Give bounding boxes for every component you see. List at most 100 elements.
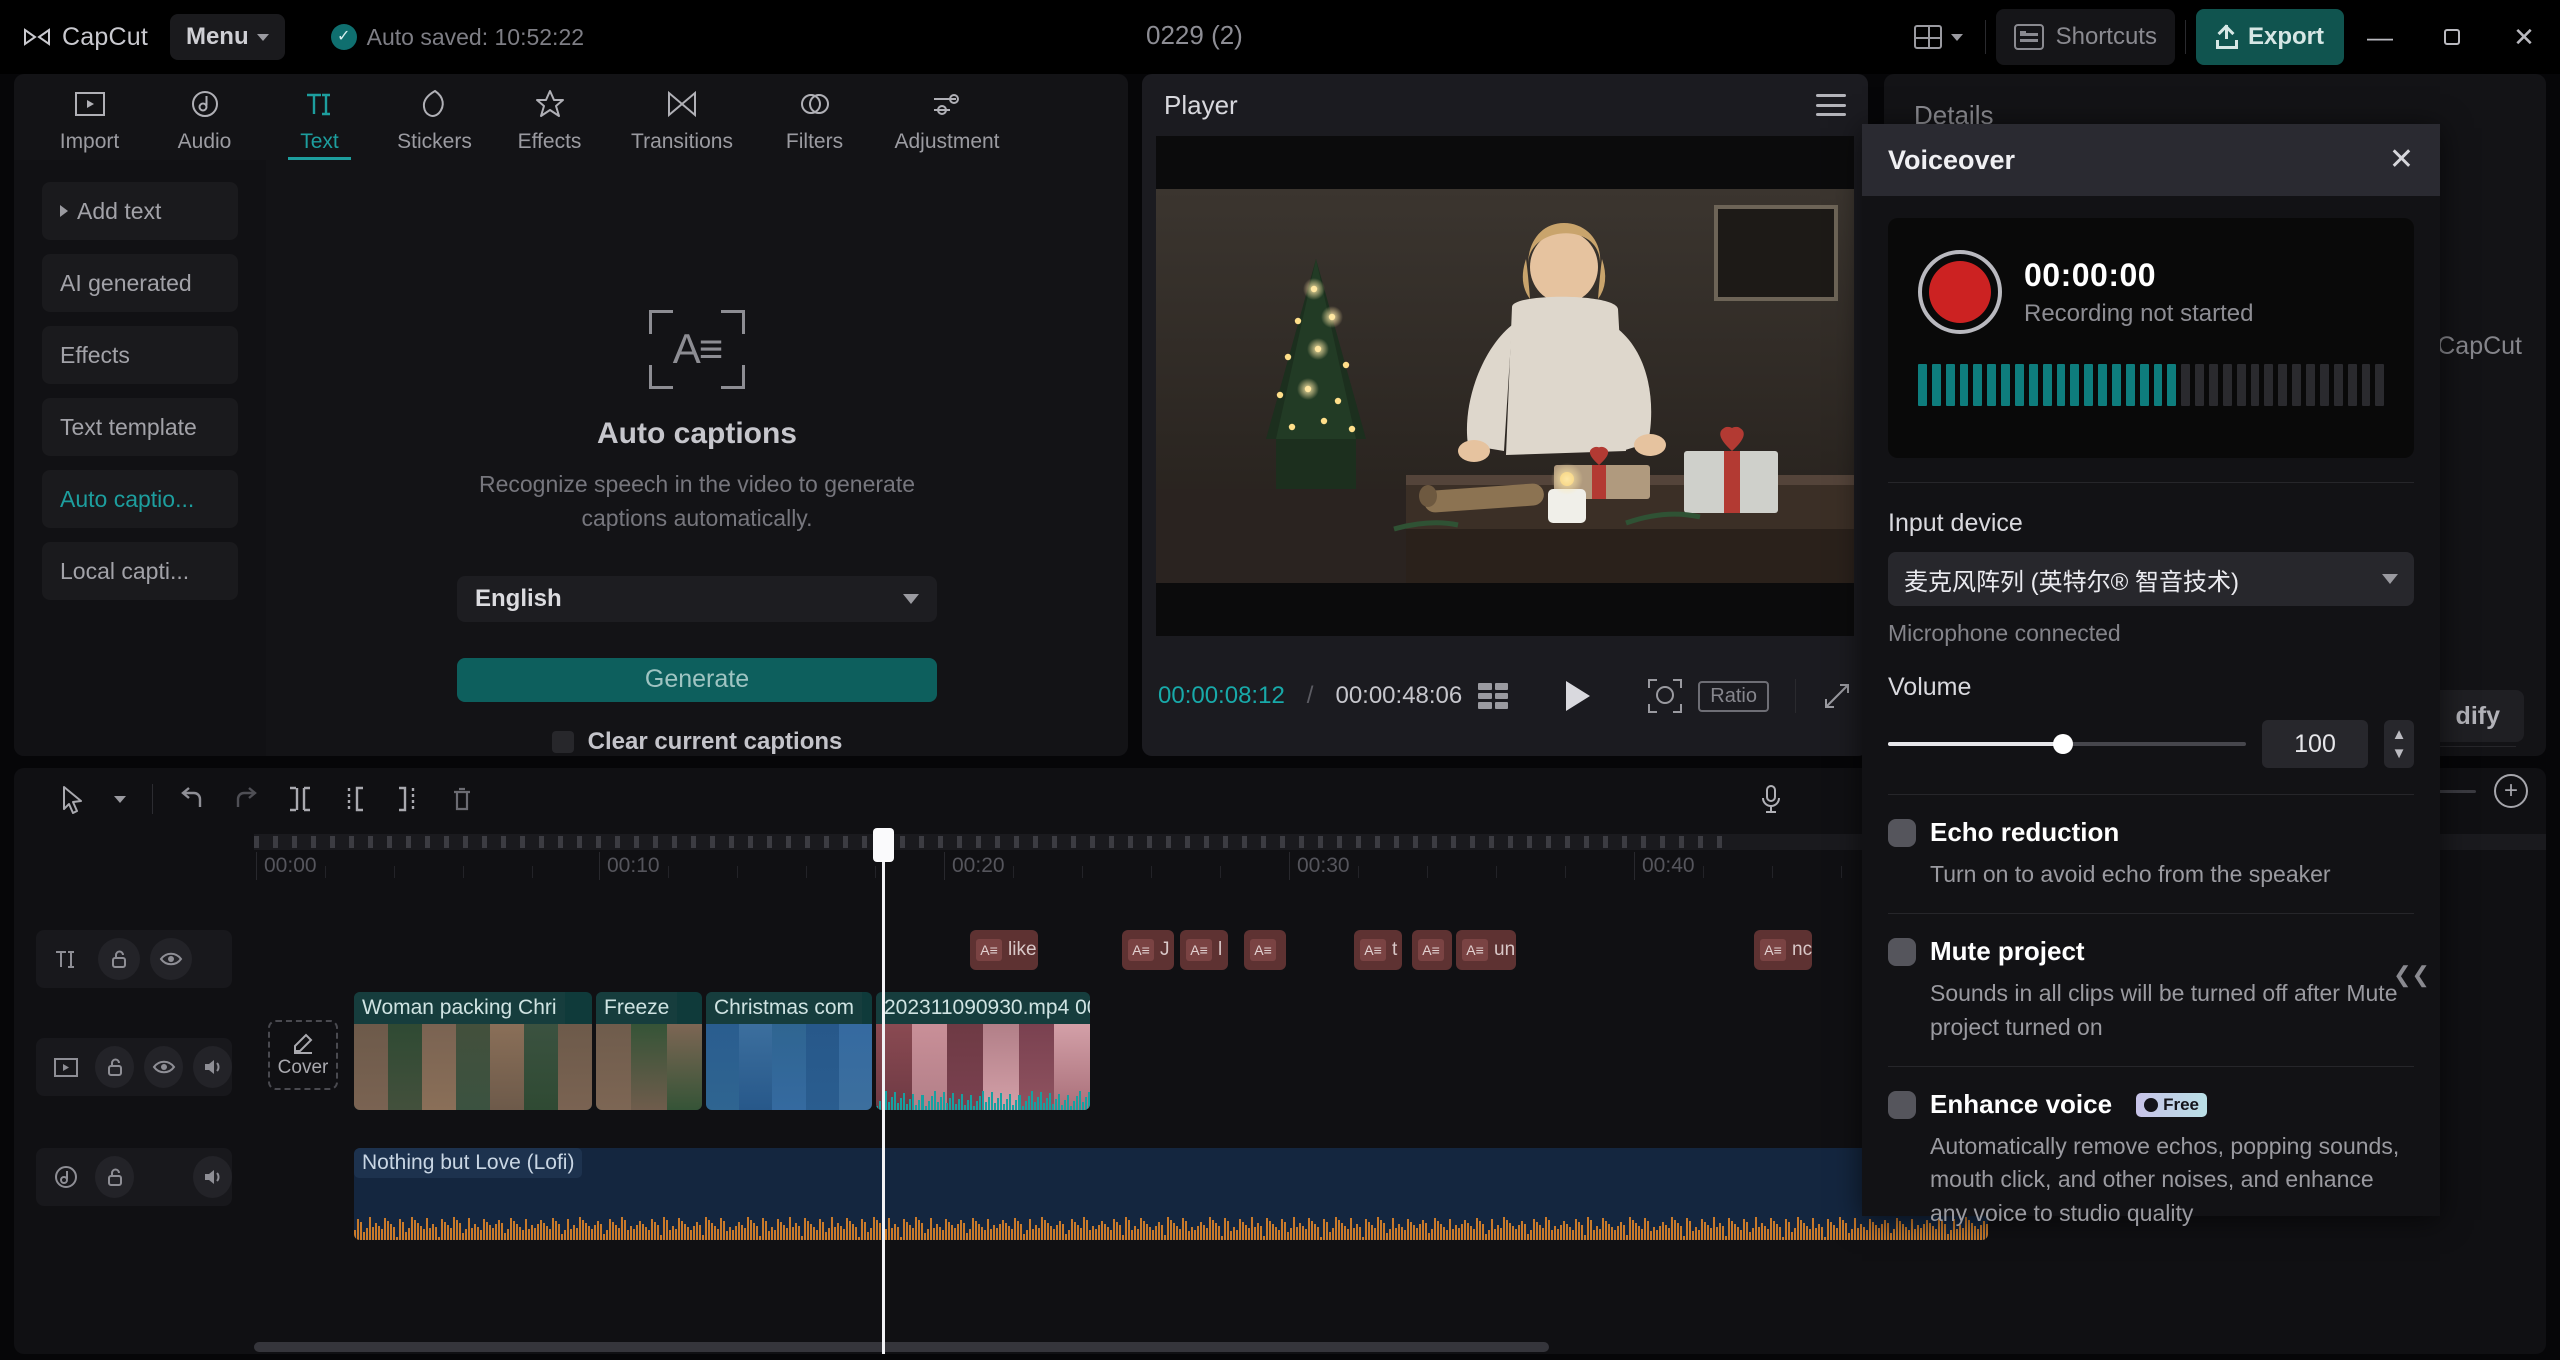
tab-transitions[interactable]: Transitions (607, 74, 757, 160)
record-button[interactable] (1918, 250, 2002, 334)
video-clip[interactable]: 202311090930.mp4 00:00:18:05 (876, 992, 1090, 1110)
sidebar-item-auto-captions[interactable]: Auto captio... (42, 470, 238, 528)
input-device-select[interactable]: 麦克风阵列 (英特尔® 智音技术) (1888, 552, 2414, 606)
close-icon[interactable]: ✕ (2389, 145, 2414, 175)
select-dropdown-icon[interactable] (100, 772, 140, 826)
transitions-icon (665, 84, 699, 124)
sidebar-item-local-captions[interactable]: Local capti... (42, 542, 238, 600)
stickers-icon (420, 84, 450, 124)
undo-tool-icon[interactable] (165, 772, 219, 826)
menu-button[interactable]: Menu (170, 14, 285, 60)
meter-bar (2057, 364, 2066, 406)
tab-stickers[interactable]: Stickers (377, 74, 492, 160)
ruler-tick (1432, 836, 1437, 848)
player-header: Player (1142, 74, 1868, 136)
video-track-volume-icon[interactable] (193, 1046, 232, 1088)
tab-adjustment[interactable]: Adjustment (872, 74, 1022, 160)
text-track-lock-icon[interactable] (98, 938, 140, 980)
zoom-fit-icon[interactable] (1648, 679, 1682, 713)
text-clip[interactable]: A≡J (1122, 930, 1174, 970)
audio-track-lock-icon[interactable] (95, 1156, 134, 1198)
ruler-tick (1451, 836, 1456, 848)
text-clip[interactable]: A≡ (1244, 930, 1286, 970)
modify-button[interactable]: dify (2432, 690, 2524, 742)
option-header[interactable]: Mute project (1888, 936, 2414, 967)
input-device-label: Input device (1888, 509, 2414, 538)
ratio-button[interactable]: Ratio (1698, 681, 1769, 712)
video-track-lock-icon[interactable] (95, 1046, 134, 1088)
volume-value[interactable]: 100 (2262, 720, 2368, 768)
ruler-minor-tick (1703, 866, 1704, 878)
split-tool-icon[interactable] (273, 772, 327, 826)
zoom-in-button[interactable]: + (2494, 774, 2528, 808)
playhead-handle[interactable] (873, 828, 894, 862)
delete-tool-icon[interactable] (435, 772, 489, 826)
enhance-voice-toggle[interactable] (1888, 1091, 1916, 1119)
tab-effects[interactable]: Effects (492, 74, 607, 160)
audio-track-volume-icon[interactable] (193, 1156, 232, 1198)
timeline-scrollbar[interactable] (254, 1342, 2486, 1352)
video-track-eye-icon[interactable] (144, 1046, 183, 1088)
ruler-tick (1622, 836, 1627, 848)
play-button[interactable] (1566, 681, 1590, 711)
sidebar-item-effects[interactable]: Effects (42, 326, 238, 384)
generate-button[interactable]: Generate (457, 658, 937, 702)
layout-button[interactable] (1902, 25, 1975, 49)
trim-right-tool-icon[interactable] (381, 772, 435, 826)
maximize-button[interactable] (2416, 0, 2488, 74)
fullscreen-icon[interactable] (1822, 681, 1852, 711)
option-header[interactable]: Enhance voice Free (1888, 1089, 2414, 1120)
close-button[interactable]: ✕ (2488, 0, 2560, 74)
language-select[interactable]: English (457, 576, 937, 622)
video-clip[interactable]: Freeze (596, 992, 702, 1110)
audio-clip[interactable]: Nothing but Love (Lofi) (354, 1148, 1988, 1240)
clear-captions-row[interactable]: Clear current captions (552, 728, 843, 756)
mute-project-toggle[interactable] (1888, 938, 1916, 966)
text-clip[interactable]: A≡ (1412, 930, 1452, 970)
option-header[interactable]: Echo reduction (1888, 817, 2414, 848)
tab-audio[interactable]: Audio (147, 74, 262, 160)
meter-bar (2278, 364, 2287, 406)
recording-card: 00:00:00 Recording not started (1888, 218, 2414, 458)
playhead[interactable] (882, 830, 885, 1354)
ruler-tick (1318, 836, 1323, 848)
shortcuts-button[interactable]: Shortcuts (1996, 9, 2175, 65)
option-title: Enhance voice (1930, 1089, 2112, 1120)
text-clip[interactable]: A≡un (1456, 930, 1516, 970)
sidebar-item-ai-generated[interactable]: AI generated (42, 254, 238, 312)
trim-left-tool-icon[interactable] (327, 772, 381, 826)
ruler-minor-tick (1772, 866, 1773, 878)
echo-reduction-toggle[interactable] (1888, 819, 1916, 847)
option-description: Automatically remove echos, popping soun… (1930, 1130, 2414, 1230)
tab-filters[interactable]: Filters (757, 74, 872, 160)
text-clip-icon: A≡ (1128, 939, 1154, 961)
minimize-button[interactable]: — (2344, 0, 2416, 74)
tab-import[interactable]: Import (32, 74, 147, 160)
text-track-eye-icon[interactable] (150, 938, 192, 980)
collapse-panel-icon[interactable]: ❮❮ (2393, 962, 2430, 988)
cover-button[interactable]: Cover (268, 1020, 338, 1090)
sidebar-item-add-text[interactable]: Add text (42, 182, 238, 240)
tab-text[interactable]: Text (262, 74, 377, 160)
text-clip[interactable]: A≡t (1354, 930, 1402, 970)
volume-slider-knob[interactable] (2053, 734, 2073, 754)
select-tool-icon[interactable] (46, 772, 100, 826)
sidebar-item-text-template[interactable]: Text template (42, 398, 238, 456)
text-clip[interactable]: A≡like (970, 930, 1038, 970)
export-button[interactable]: Export (2196, 9, 2344, 65)
text-clip[interactable]: A≡l (1180, 930, 1228, 970)
player-menu-icon[interactable] (1816, 94, 1846, 116)
mic-icon[interactable] (1744, 772, 1798, 826)
video-clip[interactable]: Christmas com (706, 992, 872, 1110)
frames-view-icon[interactable] (1478, 683, 1508, 709)
free-badge-label: Free (2163, 1095, 2199, 1115)
clear-captions-checkbox[interactable] (552, 731, 574, 753)
volume-slider[interactable] (1888, 733, 2246, 755)
ruler-minor-tick (668, 866, 669, 878)
meter-bar (2001, 364, 2010, 406)
volume-stepper[interactable]: ▲▼ (2384, 720, 2414, 768)
text-clip[interactable]: A≡nc (1754, 930, 1812, 970)
redo-tool-icon[interactable] (219, 772, 273, 826)
video-clip[interactable]: Woman packing Chri (354, 992, 592, 1110)
tab-label: Stickers (397, 130, 472, 154)
